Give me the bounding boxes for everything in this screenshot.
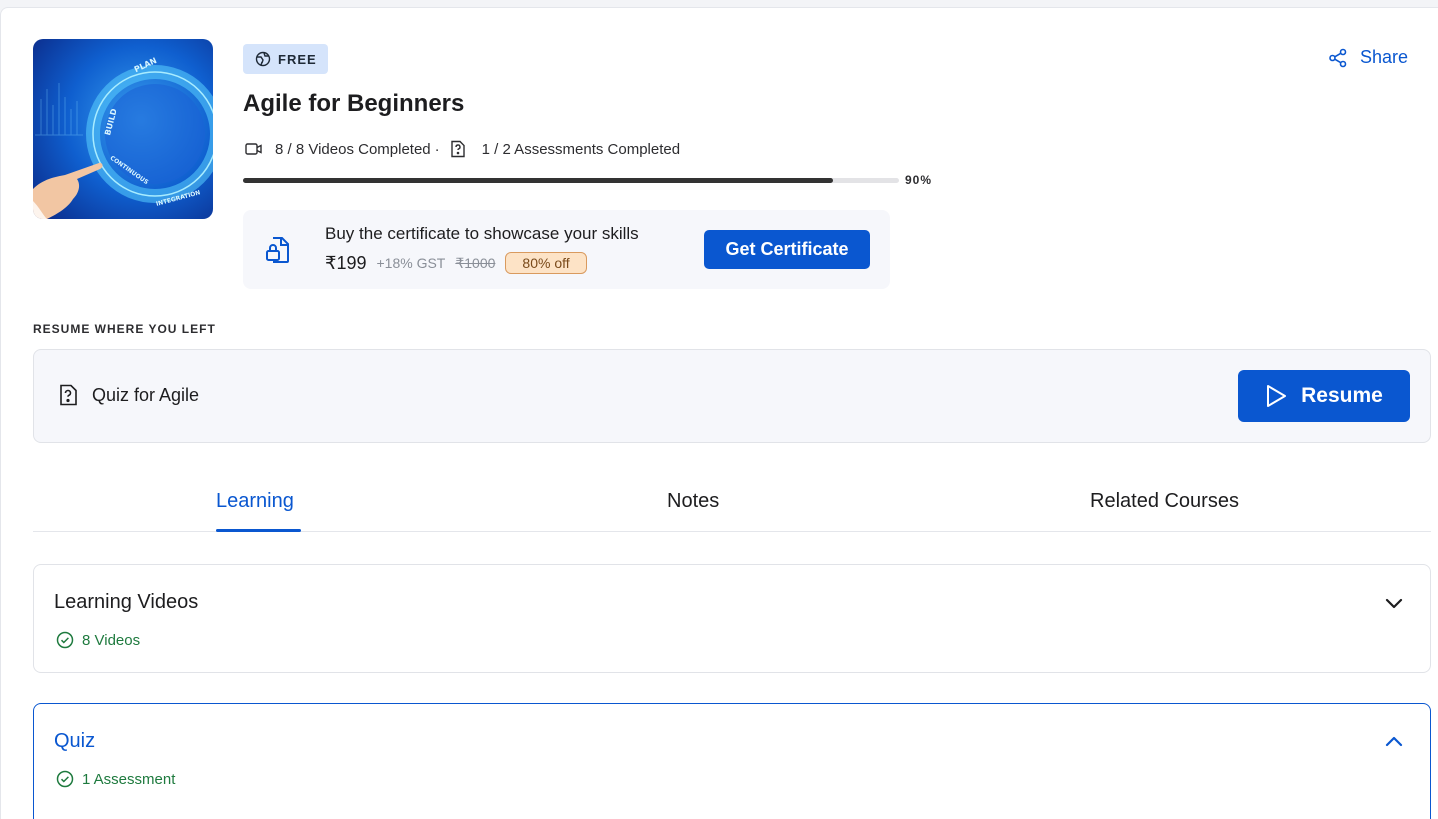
check-circle-icon <box>56 770 74 788</box>
section-count: 8 Videos <box>82 631 141 649</box>
course-thumbnail: PLAN BUILD CONTINUOUS INTEGRATION <box>33 39 213 219</box>
certificate-card: Buy the certificate to showcase your ski… <box>243 210 890 289</box>
tab-notes[interactable]: Notes <box>667 490 719 513</box>
course-page: PLAN BUILD CONTINUOUS INTEGRATION FREE A… <box>0 7 1438 819</box>
stats-separator: · <box>434 140 440 158</box>
lock-document-icon <box>265 236 291 269</box>
course-progress-bar <box>243 178 899 183</box>
resume-section-label: RESUME WHERE YOU LEFT <box>33 322 216 336</box>
section-count: 1 Assessment <box>82 770 176 788</box>
course-title: Agile for Beginners <box>243 90 465 117</box>
share-label: Share <box>1360 47 1409 67</box>
play-icon <box>1265 384 1287 408</box>
share-button[interactable]: Share <box>1328 47 1408 68</box>
course-tabs: Learning Notes Related Courses <box>33 474 1431 532</box>
certificate-original-price: ₹1000 <box>455 254 496 271</box>
free-badge: FREE <box>243 44 328 74</box>
certificate-price: ₹199 <box>325 252 367 273</box>
discount-badge: 80% off <box>505 252 587 274</box>
share-icon <box>1328 48 1348 68</box>
certificate-pricing: ₹199 +18% GST ₹1000 80% off <box>325 252 587 274</box>
tab-learning[interactable]: Learning <box>216 490 294 513</box>
get-certificate-button[interactable]: Get Certificate <box>704 230 870 269</box>
course-progress-label: 90% <box>905 173 933 187</box>
certificate-gst: +18% GST <box>376 255 446 271</box>
section-subtitle: 8 Videos <box>56 631 140 649</box>
badge-label: FREE <box>278 51 317 67</box>
resume-card[interactable]: Quiz for Agile Resume <box>33 349 1431 443</box>
check-circle-icon <box>56 631 74 649</box>
section-title: Quiz <box>54 730 96 752</box>
tab-related-courses[interactable]: Related Courses <box>1090 490 1239 513</box>
section-subtitle: 1 Assessment <box>56 770 175 788</box>
chevron-up-icon[interactable] <box>1384 732 1404 757</box>
video-camera-icon <box>245 142 263 156</box>
section-title: Learning Videos <box>54 591 199 613</box>
course-progress-fill <box>243 178 834 183</box>
resume-item-title: Quiz for Agile <box>92 385 200 405</box>
assessments-completed: 1 / 2 Assessments Completed <box>481 140 681 158</box>
quiz-section[interactable]: Quiz 1 Assessment <box>33 703 1431 819</box>
certificate-headline: Buy the certificate to showcase your ski… <box>325 224 639 243</box>
globe-icon <box>255 51 271 67</box>
resume-button-label: Resume <box>1301 384 1383 407</box>
chevron-down-icon[interactable] <box>1384 593 1404 618</box>
active-tab-indicator <box>216 529 301 532</box>
course-stats: 8 / 8 Videos Completed · 1 / 2 Assessmen… <box>245 140 680 158</box>
videos-completed: 8 / 8 Videos Completed <box>275 140 431 158</box>
resume-button[interactable]: Resume <box>1238 370 1410 422</box>
question-document-icon <box>58 384 78 411</box>
question-document-icon <box>450 140 466 158</box>
learning-videos-section[interactable]: Learning Videos 8 Videos <box>33 564 1431 673</box>
